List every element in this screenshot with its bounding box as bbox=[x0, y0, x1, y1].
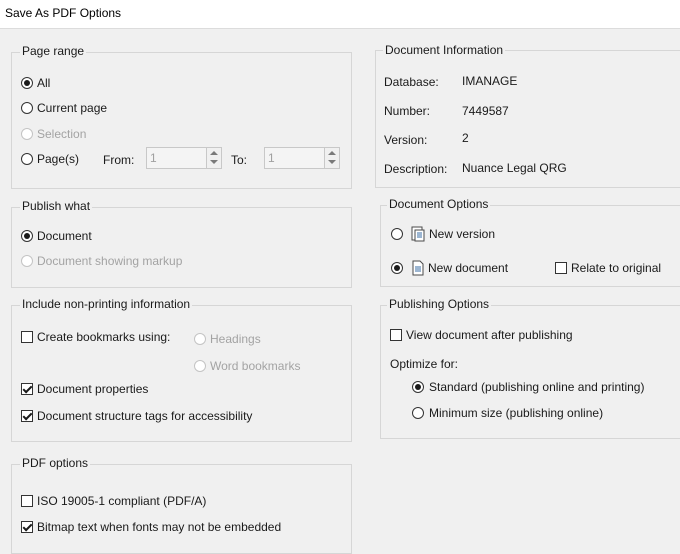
bitmap-checkbox[interactable] bbox=[21, 521, 33, 533]
page-range-label: Page range bbox=[20, 44, 87, 58]
headings-radio bbox=[194, 333, 206, 345]
from-spin-buttons[interactable] bbox=[206, 148, 221, 168]
relate-original-label[interactable]: Relate to original bbox=[571, 261, 661, 275]
pdf-options-group bbox=[11, 464, 352, 554]
page-range-pages-radio[interactable] bbox=[21, 153, 33, 165]
database-value: IMANAGE bbox=[462, 74, 518, 88]
doc-properties-label[interactable]: Document properties bbox=[37, 382, 148, 396]
structure-tags-checkbox[interactable] bbox=[21, 410, 33, 422]
spin-down-icon[interactable] bbox=[210, 160, 218, 164]
to-label: To: bbox=[231, 153, 248, 167]
version-value: 2 bbox=[462, 131, 469, 145]
publishing-options-label: Publishing Options bbox=[387, 297, 492, 311]
optimize-minimum-radio[interactable] bbox=[412, 407, 424, 419]
number-label: Number: bbox=[384, 104, 431, 118]
from-value: 1 bbox=[150, 151, 157, 165]
publish-document-label[interactable]: Document bbox=[37, 229, 92, 243]
version-label: Version: bbox=[384, 133, 428, 147]
optimize-standard-label[interactable]: Standard (publishing online and printing… bbox=[429, 380, 644, 394]
to-spin-buttons[interactable] bbox=[324, 148, 339, 168]
new-document-icon bbox=[412, 260, 424, 276]
create-bookmarks-checkbox[interactable] bbox=[21, 331, 33, 343]
publish-markup-label: Document showing markup bbox=[37, 254, 183, 268]
pdf-options-label: PDF options bbox=[20, 456, 91, 470]
to-value: 1 bbox=[268, 151, 275, 165]
new-version-icon bbox=[411, 226, 425, 242]
title-bar: Save As PDF Options bbox=[0, 0, 680, 29]
new-document-radio[interactable] bbox=[391, 262, 403, 274]
document-info-label: Document Information bbox=[383, 43, 506, 57]
spin-down-icon[interactable] bbox=[328, 160, 336, 164]
word-bookmarks-radio bbox=[194, 360, 206, 372]
page-range-selection-label: Selection bbox=[37, 127, 87, 141]
view-after-checkbox[interactable] bbox=[390, 329, 402, 341]
new-version-label[interactable]: New version bbox=[429, 227, 495, 241]
page-range-pages-label[interactable]: Page(s) bbox=[37, 152, 79, 166]
spin-up-icon[interactable] bbox=[210, 151, 218, 155]
page-range-current-radio[interactable] bbox=[21, 102, 33, 114]
iso-label[interactable]: ISO 19005-1 compliant (PDF/A) bbox=[37, 494, 206, 508]
from-label: From: bbox=[103, 153, 135, 167]
structure-tags-label[interactable]: Document structure tags for accessibilit… bbox=[37, 409, 252, 423]
optimize-minimum-label[interactable]: Minimum size (publishing online) bbox=[429, 406, 603, 420]
description-value: Nuance Legal QRG bbox=[462, 161, 567, 175]
page-range-all-radio[interactable] bbox=[21, 77, 33, 89]
document-options-label: Document Options bbox=[387, 197, 491, 211]
doc-properties-checkbox[interactable] bbox=[21, 383, 33, 395]
from-spinner[interactable]: 1 bbox=[146, 147, 222, 169]
spin-up-icon[interactable] bbox=[328, 151, 336, 155]
publish-what-label: Publish what bbox=[20, 199, 93, 213]
page-range-current-label[interactable]: Current page bbox=[37, 101, 107, 115]
bitmap-label[interactable]: Bitmap text when fonts may not be embedd… bbox=[37, 520, 281, 534]
relate-original-checkbox[interactable] bbox=[555, 262, 567, 274]
publish-markup-radio bbox=[21, 255, 33, 267]
optimize-label: Optimize for: bbox=[390, 357, 459, 371]
publish-document-radio[interactable] bbox=[21, 230, 33, 242]
new-version-radio[interactable] bbox=[391, 228, 403, 240]
non-printing-label: Include non-printing information bbox=[20, 297, 193, 311]
headings-label: Headings bbox=[210, 332, 261, 346]
iso-checkbox[interactable] bbox=[21, 495, 33, 507]
word-bookmarks-label: Word bookmarks bbox=[210, 359, 301, 373]
optimize-standard-radio[interactable] bbox=[412, 381, 424, 393]
page-range-all-label[interactable]: All bbox=[37, 76, 50, 90]
to-spinner[interactable]: 1 bbox=[264, 147, 340, 169]
number-value: 7449587 bbox=[462, 104, 509, 118]
view-after-label[interactable]: View document after publishing bbox=[406, 328, 573, 342]
description-label: Description: bbox=[384, 162, 448, 176]
window-title: Save As PDF Options bbox=[5, 6, 122, 20]
publish-what-group bbox=[11, 207, 352, 288]
page-range-selection-radio bbox=[21, 128, 33, 140]
new-document-label[interactable]: New document bbox=[428, 261, 508, 275]
database-label: Database: bbox=[384, 75, 439, 89]
create-bookmarks-label[interactable]: Create bookmarks using: bbox=[37, 330, 170, 344]
